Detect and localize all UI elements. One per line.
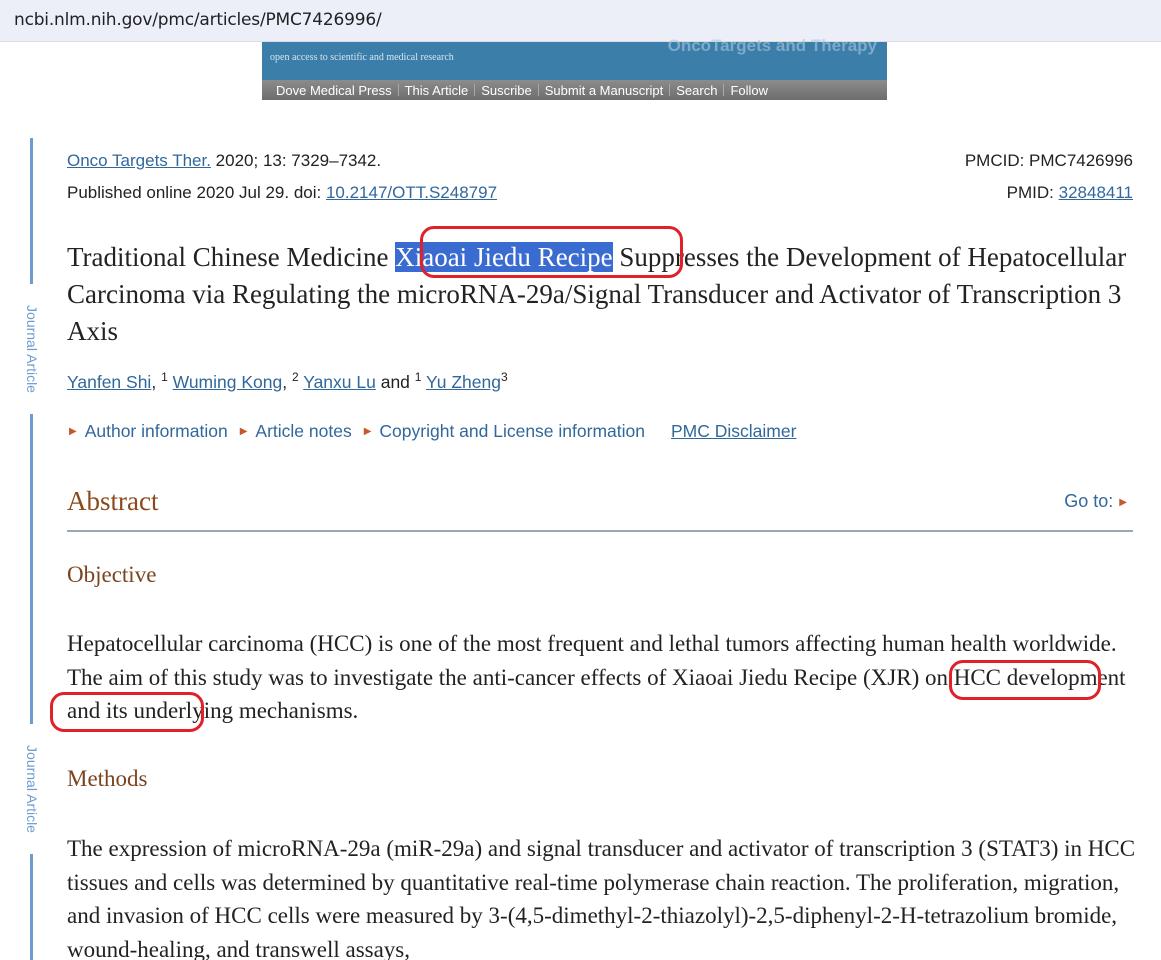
banner-nav-subscribe[interactable]: Suscribe bbox=[475, 83, 538, 98]
methods-paragraph: The expression of microRNA-29a (miR-29a)… bbox=[67, 836, 1136, 960]
published-date: Published online 2020 Jul 29. doi: bbox=[67, 183, 326, 202]
author-sep: , bbox=[282, 371, 292, 392]
pmcid: PMCID: PMC7426996 bbox=[964, 151, 1133, 170]
journal-tagline: open access to scientific and medical re… bbox=[270, 52, 454, 63]
pmid-label: PMID: bbox=[1006, 183, 1059, 202]
objective-heading: Objective bbox=[67, 562, 157, 587]
affiliation-sup: 3 bbox=[500, 370, 508, 384]
author-link[interactable]: Yu Zheng bbox=[426, 372, 501, 392]
author-information-toggle[interactable]: Author information bbox=[85, 421, 228, 442]
expand-triangle-icon: ▶ bbox=[363, 426, 372, 437]
article-meta-links: ▶ Author information ▶ Article notes ▶ C… bbox=[67, 421, 796, 442]
annotated-term: Recipe (XJR) bbox=[793, 664, 920, 690]
author-sep: , bbox=[151, 371, 162, 392]
banner-nav-follow[interactable]: Follow bbox=[724, 83, 774, 98]
abstract-heading: Abstract bbox=[67, 486, 159, 516]
section-divider bbox=[67, 530, 1133, 532]
article-title: Traditional Chinese Medicine Xiaoai Jied… bbox=[67, 239, 1137, 350]
goto-label[interactable]: Go to: bbox=[1064, 491, 1113, 511]
article-type-text: Journal Article bbox=[24, 745, 40, 833]
banner-nav-dove-medical-press[interactable]: Dove Medical Press bbox=[270, 83, 398, 98]
article-ids: PMCID: PMC7426996 PMID: 32848411 bbox=[965, 145, 1133, 209]
goto-menu[interactable]: Go to: ▶ bbox=[1064, 491, 1127, 512]
journal-link[interactable]: Onco Targets Ther. bbox=[67, 151, 211, 170]
expand-triangle-icon: ▶ bbox=[239, 426, 248, 437]
title-text: Traditional Chinese Medicine bbox=[67, 242, 396, 272]
banner-nav-search[interactable]: Search bbox=[670, 83, 723, 98]
url-text[interactable]: ncbi.nlm.nih.gov/pmc/articles/PMC7426996… bbox=[14, 10, 382, 30]
banner-nav-this-article[interactable]: This Article bbox=[399, 83, 475, 98]
expand-triangle-icon: ▶ bbox=[69, 426, 77, 437]
author-list: Yanfen Shi, 1 Wuming Kong, 2 Yanxu Lu an… bbox=[67, 370, 508, 393]
title-selected-text[interactable]: Xiaoai Jiedu Recipe bbox=[395, 242, 613, 272]
affiliation-sup: 2 bbox=[291, 370, 299, 384]
article-type-label: Journal Article bbox=[22, 284, 42, 414]
goto-triangle-icon: ▶ bbox=[1119, 497, 1127, 508]
article-type-label: Journal Article bbox=[22, 724, 42, 854]
banner-nav: Dove Medical Press This Article Suscribe… bbox=[262, 80, 887, 100]
citation-block: Onco Targets Ther. 2020; 13: 7329–7342. … bbox=[67, 145, 497, 209]
citation-details: 2020; 13: 7329–7342. bbox=[210, 151, 382, 170]
author-sep: and bbox=[375, 371, 415, 392]
affiliation-sup: 1 bbox=[161, 370, 168, 384]
author-link[interactable]: Wuming Kong bbox=[173, 372, 283, 392]
author-link[interactable]: Yanfen Shi bbox=[67, 372, 151, 392]
doi-link[interactable]: 10.2147/OTT.S248797 bbox=[326, 183, 497, 202]
objective-paragraph: Hepatocellular carcinoma (HCC) is one of… bbox=[67, 627, 1142, 728]
article-type-text: Journal Article bbox=[24, 305, 40, 393]
article-notes-toggle[interactable]: Article notes bbox=[255, 421, 351, 442]
journal-brand: OncoTargets and Therapy bbox=[667, 36, 877, 55]
journal-banner: OncoTargets and Therapy open access to s… bbox=[262, 36, 887, 100]
copyright-license-toggle[interactable]: Copyright and License information bbox=[379, 421, 645, 442]
browser-address-bar[interactable]: ncbi.nlm.nih.gov/pmc/articles/PMC7426996… bbox=[0, 0, 1161, 42]
author-link[interactable]: Yanxu Lu bbox=[303, 372, 376, 392]
banner-nav-submit-manuscript[interactable]: Submit a Manuscript bbox=[539, 83, 670, 98]
annotated-term: Xiaoai Jiedu bbox=[672, 664, 788, 690]
pmid-link[interactable]: 32848411 bbox=[1059, 183, 1133, 202]
methods-heading: Methods bbox=[67, 766, 148, 791]
pmc-disclaimer-link[interactable]: PMC Disclaimer bbox=[671, 421, 796, 442]
affiliation-sup: 1 bbox=[414, 370, 422, 384]
